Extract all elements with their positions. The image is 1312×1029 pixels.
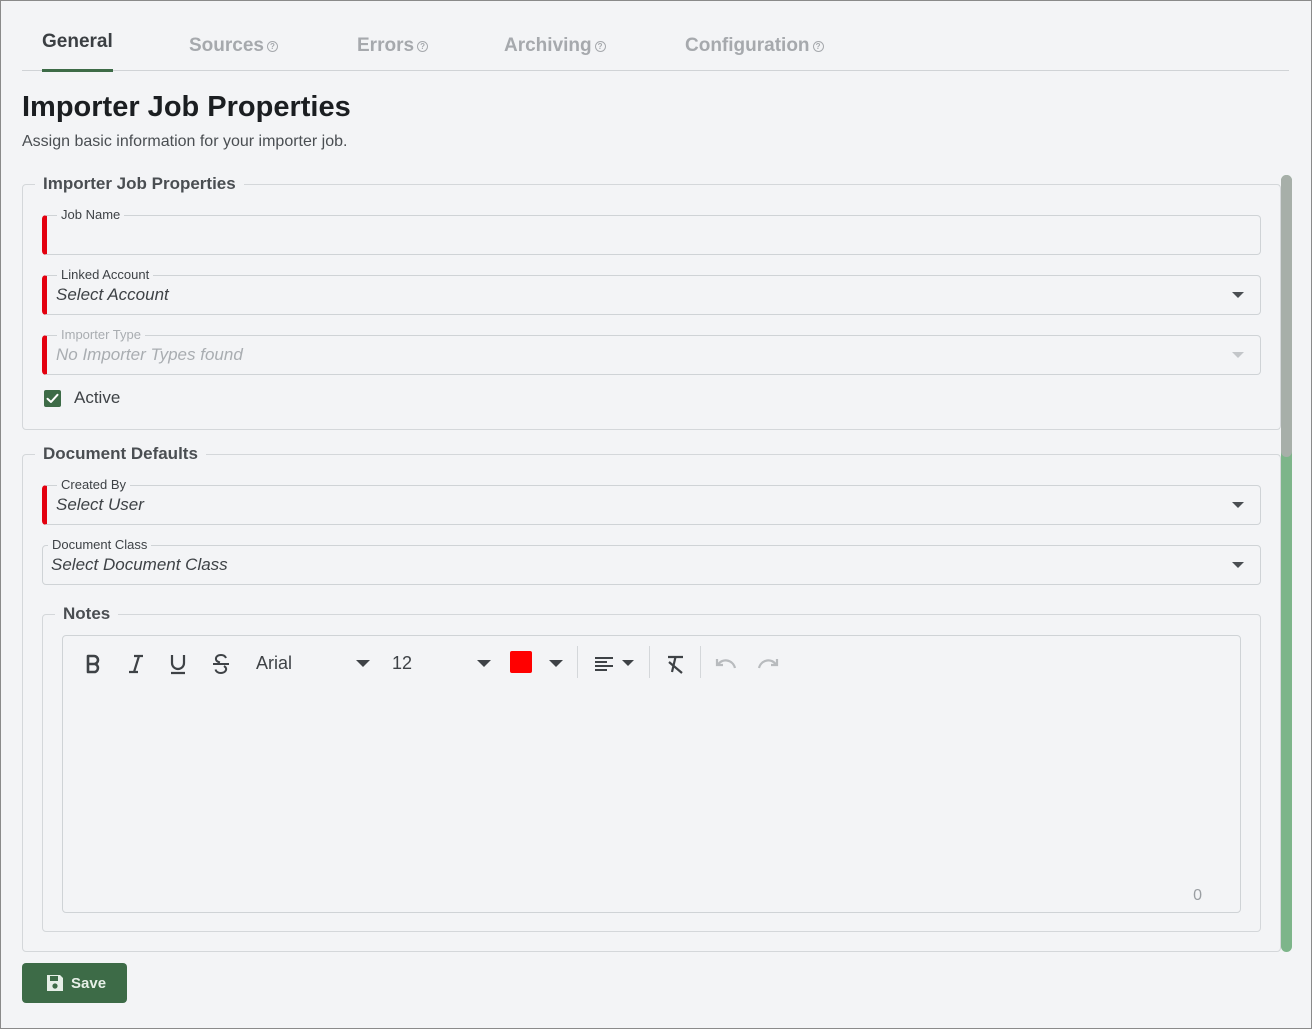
font-family-select[interactable]: Arial bbox=[256, 653, 292, 674]
toolbar-divider bbox=[700, 646, 701, 678]
chevron-down-icon[interactable] bbox=[1232, 502, 1244, 508]
check-icon bbox=[46, 393, 59, 403]
page-title: Importer Job Properties bbox=[22, 91, 351, 123]
group-legend: Importer Job Properties bbox=[35, 174, 244, 194]
field-value: Select User bbox=[56, 495, 144, 514]
page-subtitle: Assign basic information for your import… bbox=[22, 133, 348, 150]
field-value: Select Account bbox=[56, 285, 169, 304]
align-left-icon[interactable] bbox=[593, 649, 615, 679]
group-legend: Document Defaults bbox=[35, 444, 206, 464]
font-color-swatch[interactable] bbox=[510, 651, 532, 673]
created-by-select[interactable]: Created By Select User bbox=[42, 477, 1261, 525]
undo-icon[interactable] bbox=[714, 649, 738, 679]
strikethrough-icon[interactable] bbox=[209, 649, 233, 679]
save-button[interactable]: Save bbox=[22, 963, 127, 1003]
field-value: Select Document Class bbox=[51, 555, 228, 574]
bold-icon[interactable] bbox=[81, 649, 105, 679]
chevron-down-icon[interactable] bbox=[477, 660, 491, 667]
chevron-down-icon[interactable] bbox=[1232, 292, 1244, 298]
field-value: No Importer Types found bbox=[56, 345, 243, 364]
field-label: Importer Type bbox=[57, 327, 145, 342]
linked-account-select[interactable]: Linked Account Select Account bbox=[42, 267, 1261, 315]
tab-bar: General Sources ? Errors ? Archiving ? C… bbox=[22, 29, 1289, 72]
tab-label: Sources bbox=[189, 35, 264, 56]
tab-label: Errors bbox=[357, 35, 415, 56]
chevron-down-icon[interactable] bbox=[622, 660, 634, 666]
chevron-down-icon[interactable] bbox=[549, 660, 563, 667]
font-size-select[interactable]: 12 bbox=[392, 653, 412, 674]
scrollbar-thumb[interactable] bbox=[1281, 175, 1292, 457]
field-label: Document Class bbox=[48, 537, 152, 552]
help-icon[interactable]: ? bbox=[266, 41, 278, 52]
document-class-select[interactable]: Document Class Select Document Class bbox=[42, 537, 1261, 585]
chevron-down-icon bbox=[1232, 352, 1244, 358]
job-name-field[interactable]: Job Name bbox=[42, 207, 1261, 255]
app-window: General Sources ? Errors ? Archiving ? C… bbox=[0, 0, 1312, 1029]
tab-sources[interactable]: Sources ? bbox=[189, 29, 278, 70]
help-icon[interactable]: ? bbox=[594, 41, 606, 52]
help-icon[interactable]: ? bbox=[417, 41, 429, 52]
help-icon[interactable]: ? bbox=[812, 41, 824, 52]
tab-archiving[interactable]: Archiving ? bbox=[504, 29, 606, 70]
active-checkbox[interactable] bbox=[44, 390, 61, 407]
redo-icon[interactable] bbox=[756, 649, 780, 679]
save-button-label: Save bbox=[71, 974, 107, 992]
toolbar-divider bbox=[577, 646, 578, 678]
character-counter: 0 bbox=[1193, 887, 1202, 904]
tab-configuration[interactable]: Configuration ? bbox=[685, 29, 824, 70]
field-label: Job Name bbox=[57, 207, 125, 222]
notes-editor[interactable]: Arial 12 0 bbox=[62, 635, 1241, 913]
scrollbar[interactable] bbox=[1281, 175, 1292, 952]
tab-label: Archiving bbox=[504, 35, 592, 56]
importer-type-select: Importer Type No Importer Types found bbox=[42, 327, 1261, 375]
underline-icon[interactable] bbox=[166, 649, 190, 679]
field-label: Created By bbox=[57, 477, 131, 492]
tab-errors[interactable]: Errors ? bbox=[357, 29, 429, 70]
clear-format-icon[interactable] bbox=[664, 649, 688, 679]
group-legend: Notes bbox=[55, 604, 119, 624]
save-icon bbox=[47, 975, 63, 991]
active-label[interactable]: Active bbox=[74, 388, 120, 408]
tab-general[interactable]: General bbox=[42, 29, 113, 72]
italic-icon[interactable] bbox=[124, 649, 148, 679]
field-label: Linked Account bbox=[57, 267, 154, 282]
tab-label: General bbox=[42, 31, 113, 52]
chevron-down-icon[interactable] bbox=[356, 660, 370, 667]
chevron-down-icon[interactable] bbox=[1232, 562, 1244, 568]
tab-label: Configuration bbox=[685, 35, 810, 56]
toolbar-divider bbox=[649, 646, 650, 678]
